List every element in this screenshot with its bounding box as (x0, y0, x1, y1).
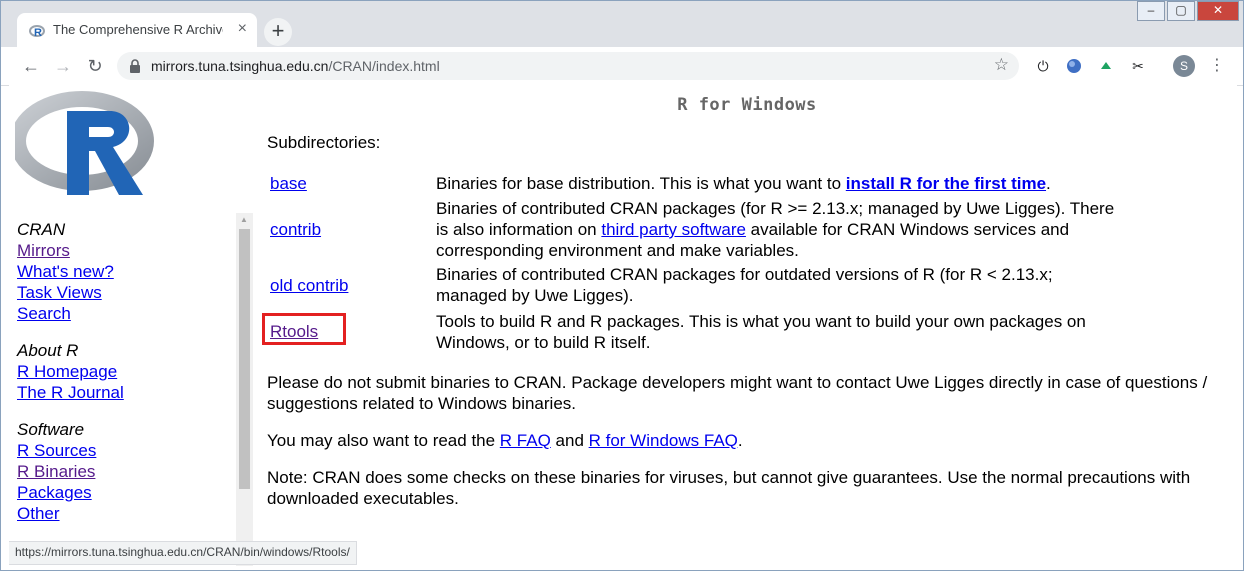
r-faq-link[interactable]: R FAQ (500, 431, 551, 450)
third-party-software-link[interactable]: third party software (601, 220, 746, 239)
power-extension-icon[interactable]: ⏻ (1033, 56, 1053, 76)
reload-icon[interactable]: ↻ (83, 54, 107, 78)
paragraph-virus-note: Note: CRAN does some checks on these bin… (267, 468, 1191, 508)
sidebar-heading-cran: CRAN (17, 220, 66, 239)
rtools-link-wrapper: Rtools (262, 313, 346, 345)
desc-text: Binaries for base distribution. This is … (436, 174, 846, 193)
subdir-desc: Tools to build R and R packages. This is… (436, 312, 1086, 352)
scroll-up-icon[interactable]: ▲ (240, 215, 248, 224)
tab-title: The Comprehensive R Archive (53, 22, 223, 37)
sidebar-link-other[interactable]: Other (17, 503, 124, 524)
subdir-link-old-contrib[interactable]: old contrib (270, 275, 348, 296)
install-r-link[interactable]: install R for the first time (846, 174, 1046, 193)
subdir-desc: Binaries of contributed CRAN packages fo… (436, 265, 1053, 305)
url-text: mirrors.tuna.tsinghua.edu.cn/CRAN/index.… (151, 58, 440, 74)
svg-text:R: R (34, 27, 42, 39)
sidebar-link-r-sources[interactable]: R Sources (17, 440, 124, 461)
sidebar-link-search[interactable]: Search (17, 303, 124, 324)
sidebar: CRAN Mirrors What's new? Task Views Sear… (9, 85, 254, 566)
url-host: mirrors.tuna.tsinghua.edu.cn (151, 58, 329, 74)
sidebar-link-r-binaries[interactable]: R Binaries (17, 461, 124, 482)
r-windows-faq-link[interactable]: R for Windows FAQ (589, 431, 738, 450)
forward-icon[interactable]: → (51, 54, 75, 78)
rtools-highlight-box (262, 313, 346, 345)
subdir-desc: Binaries for base distribution. This is … (436, 173, 1126, 194)
scrollbar-thumb[interactable] (239, 229, 250, 489)
subdir-link-base[interactable]: base (270, 173, 307, 194)
subdir-link-contrib[interactable]: contrib (270, 219, 321, 240)
r-logo (15, 91, 154, 195)
minimize-button[interactable]: – (1137, 1, 1165, 21)
window-controls: – ▢ ✕ (1135, 1, 1239, 21)
desc-text: . (1046, 174, 1051, 193)
sidebar-heading-about: About R (17, 341, 79, 360)
browser-toolbar: ← → ↻ mirrors.tuna.tsinghua.edu.cn/CRAN/… (1, 47, 1243, 86)
browser-tab[interactable]: R The Comprehensive R Archive × (17, 13, 257, 47)
browser-menu-icon[interactable]: ⋮ (1209, 55, 1225, 75)
para-text: . (737, 431, 743, 450)
sidebar-nav: CRAN Mirrors What's new? Task Views Sear… (17, 219, 124, 524)
profile-avatar[interactable]: S (1173, 55, 1195, 77)
globe-extension-icon[interactable] (1064, 56, 1084, 76)
sidebar-link-r-homepage[interactable]: R Homepage (17, 361, 124, 382)
green-extension-icon[interactable] (1096, 56, 1116, 76)
sidebar-link-packages[interactable]: Packages (17, 482, 124, 503)
sidebar-link-task-views[interactable]: Task Views (17, 282, 124, 303)
para-text: You may also want to read the (267, 431, 500, 450)
status-bar-url: https://mirrors.tuna.tsinghua.edu.cn/CRA… (9, 541, 357, 565)
sidebar-link-whats-new[interactable]: What's new? (17, 261, 124, 282)
subdir-desc: Binaries of contributed CRAN packages (f… (436, 198, 1126, 261)
bookmark-star-icon[interactable]: ☆ (994, 55, 1009, 75)
sidebar-heading-software: Software (17, 420, 85, 439)
para-text: and (550, 431, 589, 450)
back-icon[interactable]: ← (19, 54, 43, 78)
page-title: R for Windows (677, 95, 817, 115)
sidebar-link-mirrors[interactable]: Mirrors (17, 240, 124, 261)
sidebar-link-r-journal[interactable]: The R Journal (17, 382, 124, 403)
lock-icon (130, 59, 140, 73)
scissors-extension-icon[interactable]: ✂ (1128, 56, 1148, 76)
address-bar[interactable]: mirrors.tuna.tsinghua.edu.cn/CRAN/index.… (117, 52, 1019, 80)
url-path: /CRAN/index.html (328, 58, 440, 74)
tab-close-icon[interactable]: × (238, 20, 247, 38)
new-tab-button[interactable]: + (264, 18, 292, 46)
tab-strip: R The Comprehensive R Archive × + – ▢ ✕ (1, 1, 1243, 47)
close-window-button[interactable]: ✕ (1197, 1, 1239, 21)
browser-window: R The Comprehensive R Archive × + – ▢ ✕ … (0, 0, 1244, 571)
r-favicon-icon: R (29, 25, 45, 39)
paragraph-submit-note: Please do not submit binaries to CRAN. P… (267, 373, 1208, 413)
page-content: CRAN Mirrors What's new? Task Views Sear… (9, 85, 1237, 566)
paragraph-faq: You may also want to read the R FAQ and … (267, 430, 1227, 451)
maximize-button[interactable]: ▢ (1167, 1, 1195, 21)
sidebar-scrollbar[interactable]: ▲ (236, 213, 253, 566)
subdirectories-heading: Subdirectories: (267, 133, 381, 152)
